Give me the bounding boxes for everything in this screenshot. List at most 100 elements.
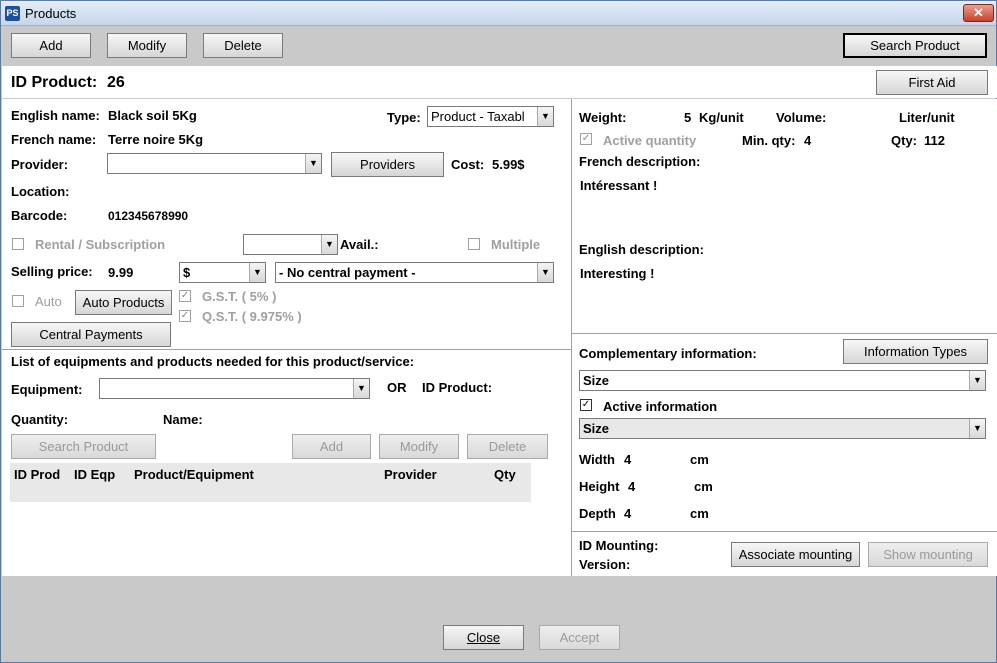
active-quantity-label: Active quantity: [603, 133, 697, 148]
central-payment-value: - No central payment -: [279, 265, 416, 280]
add-button[interactable]: Add: [11, 33, 91, 58]
close-icon[interactable]: ✕: [963, 4, 994, 22]
central-payment-select[interactable]: - No central payment - ▼: [275, 262, 554, 283]
first-aid-button[interactable]: First Aid: [876, 70, 988, 95]
column-header: Provider: [384, 467, 437, 482]
type-value: Product - Taxabl: [431, 109, 525, 124]
info-value-select[interactable]: Size ▼: [579, 418, 986, 439]
version-label: Version:: [579, 557, 631, 572]
divider: [572, 333, 997, 334]
english-description-label: English description:: [579, 242, 704, 257]
type-label: Type:: [387, 110, 421, 125]
qst-label: Q.S.T. ( 9.975% ): [202, 309, 302, 324]
location-label: Location:: [11, 184, 70, 199]
active-information-checkbox[interactable]: ✓: [580, 399, 592, 411]
chevron-down-icon: ▼: [321, 235, 337, 254]
title-bar: PS Products ✕: [1, 1, 996, 26]
depth-unit: cm: [690, 506, 709, 521]
rental-checkbox[interactable]: [12, 238, 24, 250]
height-value: 4: [628, 479, 636, 494]
column-header: ID Eqp: [74, 467, 116, 482]
or-label: OR: [387, 380, 407, 395]
cost-label: Cost:: [451, 157, 485, 172]
app-icon: PS: [5, 6, 20, 21]
depth-label: Depth: [579, 506, 616, 521]
equipment-heading: List of equipments and products needed f…: [11, 354, 415, 369]
depth-value: 4: [624, 506, 632, 521]
volume-unit: Liter/unit: [899, 110, 955, 125]
chevron-down-icon: ▼: [305, 154, 321, 173]
modify-button[interactable]: Modify: [107, 33, 187, 58]
french-description-label: French description:: [579, 154, 701, 169]
weight-unit: Kg/unit: [699, 110, 744, 125]
chevron-down-icon: ▼: [537, 107, 553, 126]
width-label: Width: [579, 452, 615, 467]
equipment-delete-button[interactable]: Delete: [467, 434, 548, 459]
id-product-label: ID Product:: [11, 74, 98, 91]
avail-label: Avail.:: [340, 237, 379, 252]
french-description: Intéressant !: [580, 178, 658, 193]
info-type-select[interactable]: Size ▼: [579, 370, 986, 391]
chevron-down-icon: ▼: [249, 263, 265, 282]
id-product-value: 26: [107, 74, 125, 91]
delete-button[interactable]: Delete: [203, 33, 283, 58]
auto-checkbox[interactable]: [12, 295, 24, 307]
products-window: PS Products ✕ Add Modify Delete Search P…: [0, 0, 997, 663]
associate-mounting-button[interactable]: Associate mounting: [731, 542, 860, 567]
info-value: Size: [583, 421, 610, 436]
equipment-table: ID Prod ID Eqp Product/Equipment Provide…: [10, 463, 531, 502]
gst-checkbox[interactable]: ✓: [179, 290, 191, 302]
column-header: Product/Equipment: [134, 467, 254, 482]
qty-label: Qty:: [891, 133, 917, 148]
auto-products-button[interactable]: Auto Products: [75, 290, 172, 315]
auto-label: Auto: [35, 294, 62, 309]
active-quantity-checkbox[interactable]: ✓: [580, 133, 592, 145]
weight-value: 5: [684, 110, 692, 125]
divider: [2, 349, 571, 350]
height-unit: cm: [694, 479, 713, 494]
accept-button[interactable]: Accept: [539, 625, 620, 650]
min-qty-value: 4: [804, 133, 812, 148]
min-qty-label: Min. qty:: [742, 133, 796, 148]
central-payments-button[interactable]: Central Payments: [11, 322, 171, 347]
id-mounting-label: ID Mounting:: [579, 538, 659, 553]
show-mounting-button[interactable]: Show mounting: [868, 542, 988, 567]
equipment-add-button[interactable]: Add: [292, 434, 371, 459]
window-title: Products: [25, 6, 77, 21]
chevron-down-icon: ▼: [969, 419, 985, 438]
currency-select[interactable]: $ ▼: [179, 262, 266, 283]
chevron-down-icon: ▼: [969, 371, 985, 390]
height-label: Height: [579, 479, 620, 494]
french-name-value: Terre noire 5Kg: [108, 132, 204, 147]
equipment-select[interactable]: ▼: [99, 378, 370, 399]
quantity-label: Quantity:: [11, 412, 69, 427]
gst-label: G.S.T. ( 5% ): [202, 289, 277, 304]
column-header: Qty: [494, 467, 516, 482]
width-value: 4: [624, 452, 632, 467]
id-product-label: ID Product:: [422, 380, 493, 395]
complementary-label: Complementary information:: [579, 346, 757, 361]
english-description: Interesting !: [580, 266, 655, 281]
info-type-value: Size: [583, 373, 610, 388]
multiple-checkbox[interactable]: [468, 238, 480, 250]
french-name-label: French name:: [11, 132, 97, 147]
providers-button[interactable]: Providers: [331, 152, 444, 177]
type-select[interactable]: Product - Taxabl ▼: [427, 106, 554, 127]
provider-select[interactable]: ▼: [107, 153, 322, 174]
multiple-label: Multiple: [491, 237, 541, 252]
barcode-label: Barcode:: [11, 208, 68, 223]
qst-checkbox[interactable]: ✓: [179, 310, 191, 322]
search-product-button[interactable]: Search Product: [843, 33, 987, 58]
equipment-modify-button[interactable]: Modify: [379, 434, 459, 459]
qty-value: 112: [924, 133, 945, 148]
english-name-label: English name:: [11, 108, 100, 123]
close-button[interactable]: Close: [443, 625, 524, 650]
avail-select[interactable]: ▼: [243, 234, 338, 255]
id-header: ID Product: 26: [2, 66, 997, 98]
provider-label: Provider:: [11, 157, 69, 172]
divider: [572, 531, 997, 532]
equipment-search-product-button[interactable]: Search Product: [11, 434, 156, 459]
information-types-button[interactable]: Information Types: [843, 339, 988, 364]
column-header: ID Prod: [14, 467, 61, 482]
rental-label: Rental / Subscription: [35, 237, 166, 252]
